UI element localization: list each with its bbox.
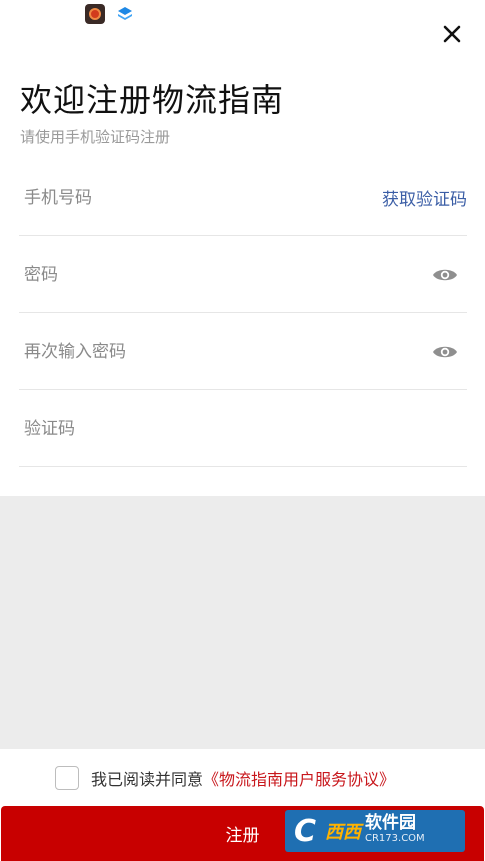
watermark-brand: 西西: [325, 822, 361, 843]
close-icon: [443, 25, 461, 43]
password-field-row: [19, 237, 467, 313]
verification-code-field-row: [19, 391, 467, 467]
page-subtitle: 请使用手机验证码注册: [20, 128, 171, 146]
confirm-password-field-row: [19, 314, 467, 390]
terms-link[interactable]: 《物流指南用户服务协议》: [203, 766, 395, 790]
eye-icon: [433, 346, 457, 357]
eye-icon: [433, 269, 457, 280]
agreement-row: 我已阅读并同意 《物流指南用户服务协议》: [55, 764, 395, 792]
watermark-site: CR173.COM: [365, 833, 425, 844]
password-input[interactable]: [24, 237, 364, 312]
watermark-logo: C 西西 软件园 CR173.COM: [285, 810, 465, 852]
phone-field-row: 获取验证码: [19, 160, 467, 236]
app-notification-icon: [85, 4, 105, 24]
close-button[interactable]: [437, 19, 467, 49]
watermark-name: 软件园: [365, 813, 416, 833]
page-title: 欢迎注册物流指南: [20, 81, 285, 119]
agreement-checkbox[interactable]: [55, 766, 79, 790]
confirm-password-visibility-toggle[interactable]: [431, 342, 459, 362]
get-code-button[interactable]: 获取验证码: [382, 160, 467, 235]
password-visibility-toggle[interactable]: [431, 265, 459, 285]
confirm-password-input[interactable]: [24, 314, 364, 389]
empty-content-area: [0, 496, 485, 749]
agreement-text: 我已阅读并同意: [91, 770, 204, 789]
status-bar: [0, 0, 485, 30]
phone-input[interactable]: [24, 160, 364, 235]
layers-app-icon: [118, 7, 132, 20]
verification-code-input[interactable]: [24, 391, 364, 466]
